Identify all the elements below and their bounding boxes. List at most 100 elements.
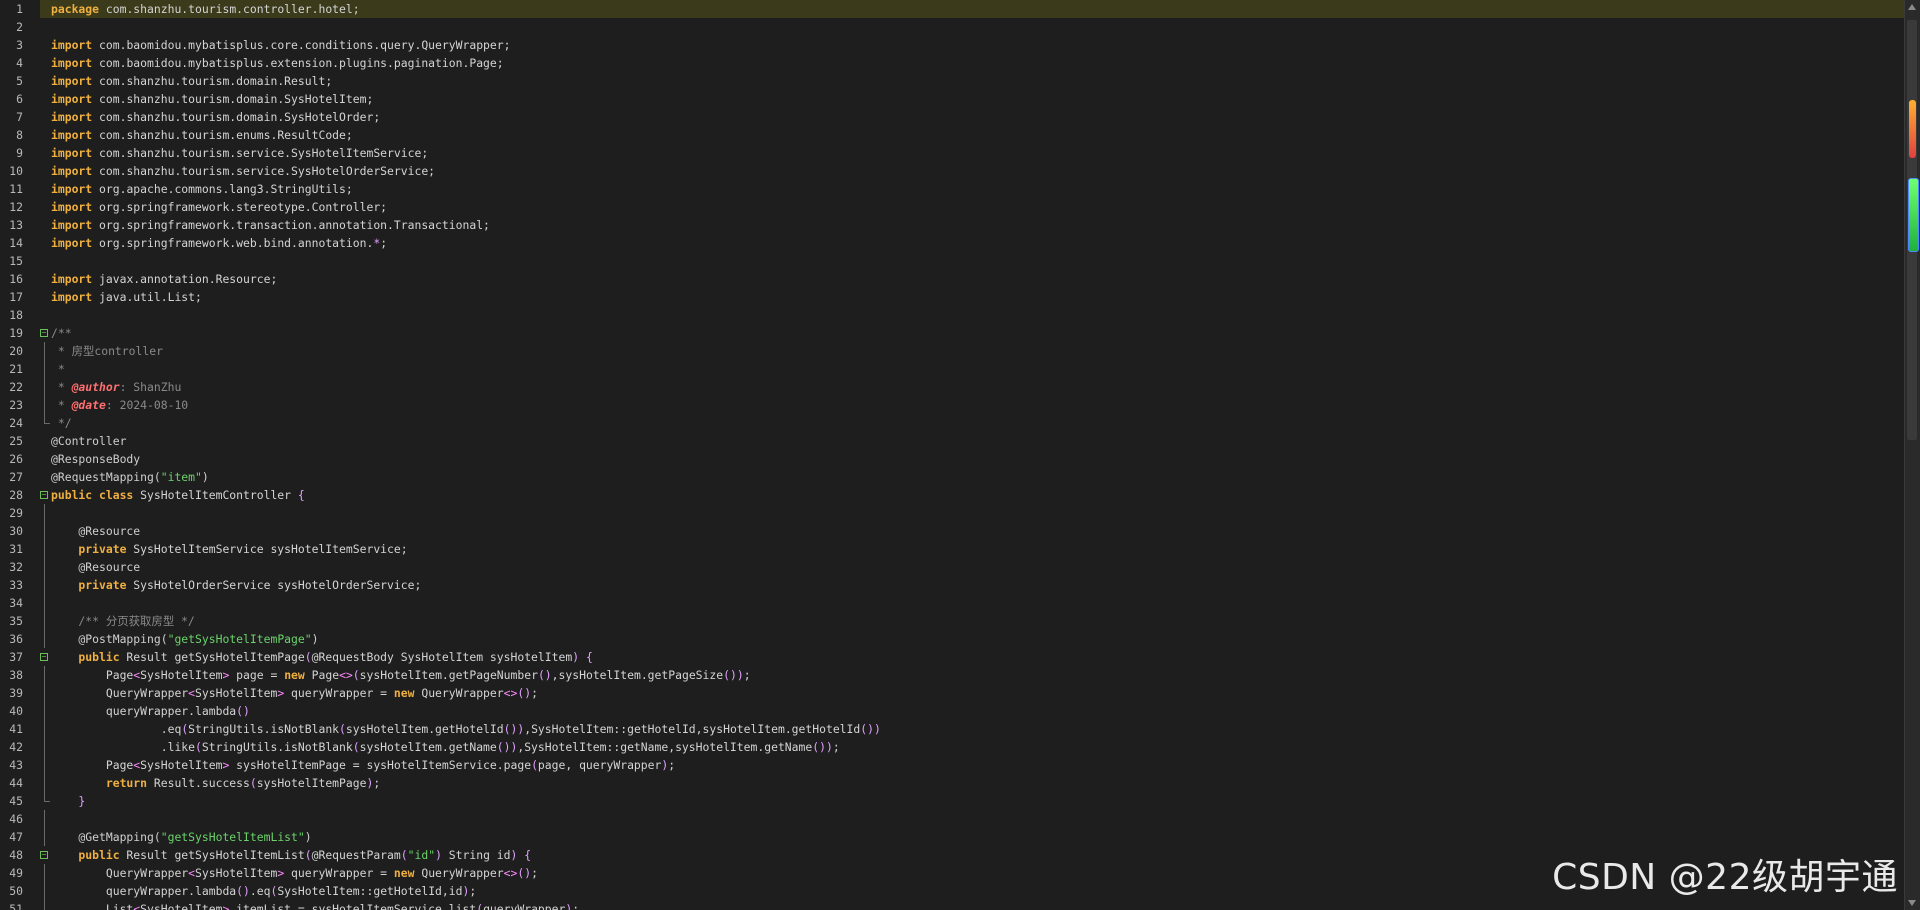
scroll-down-arrow-icon[interactable] [1908,900,1916,906]
code-text: List<SysHotelItem> itemList = sysHotelIt… [51,900,579,910]
fold-guide [44,342,45,360]
line-gutter: 33 [0,576,40,594]
code-token: package [51,2,100,16]
code-token: () [537,668,552,682]
code-line[interactable]: 13 import org.springframework.transaction… [0,216,1905,234]
code-token: String id [441,848,511,862]
code-token: "getSysHotelItemList" [160,830,305,844]
code-line[interactable]: 15 [0,252,1905,270]
code-token: List [51,902,134,910]
code-line[interactable]: 26 @ResponseBody [0,450,1905,468]
fold-guide [44,540,45,558]
code-line[interactable]: 5 import com.shanzhu.tourism.domain.Resul… [0,72,1905,90]
code-token: /** 分页获取房型 */ [51,614,195,628]
code-line[interactable]: 4 import com.baomidou.mybatisplus.extensi… [0,54,1905,72]
line-number: 38 [9,668,23,682]
code-line[interactable]: 41 .eq(StringUtils.isNotBlank(sysHotelIt… [0,720,1905,738]
code-editor[interactable]: 1 package com.shanzhu.tourism.controller.… [0,0,1905,910]
code-line[interactable]: 12 import org.springframework.stereotype.… [0,198,1905,216]
code-text: @ResponseBody [51,450,140,468]
line-number: 19 [9,326,23,340]
code-token: import [51,128,93,142]
line-number: 17 [9,290,23,304]
code-line[interactable]: 37 − public Result getSysHotelItemPage(@R… [0,648,1905,666]
fold-guide [44,396,45,414]
code-token: ; [531,866,538,880]
code-line[interactable]: 30 @Resource [0,522,1905,540]
code-line[interactable]: 51 List<SysHotelItem> itemList = sysHote… [0,900,1905,910]
code-text: .eq(StringUtils.isNotBlank(sysHotelItem.… [51,720,881,738]
line-gutter: 3 [0,36,40,54]
code-line[interactable]: 43 Page<SysHotelItem> sysHotelItemPage =… [0,756,1905,774]
code-line[interactable]: 29 [0,504,1905,522]
code-line[interactable]: 40 queryWrapper.lambda() [0,702,1905,720]
code-line[interactable]: 1 package com.shanzhu.tourism.controller.… [0,0,1905,18]
scrollbar-thumb[interactable] [1908,178,1919,252]
code-token: ( [531,758,538,772]
code-line[interactable]: 45 } [0,792,1905,810]
code-line[interactable]: 39 QueryWrapper<SysHotelItem> queryWrapp… [0,684,1905,702]
code-token: ( [352,668,360,682]
line-number: 41 [9,722,23,736]
code-line[interactable]: 6 import com.shanzhu.tourism.domain.SysHo… [0,90,1905,108]
fold-guide [44,810,45,828]
code-token: @Resource [51,560,141,574]
code-line[interactable]: 35 /** 分页获取房型 */ [0,612,1905,630]
code-line[interactable]: 8 import com.shanzhu.tourism.enums.Result… [0,126,1905,144]
code-token: .eq [51,722,182,736]
code-token: com.shanzhu.tourism.service.SysHotelOrde… [92,164,436,178]
line-gutter: 12 [0,198,40,216]
code-token: com.shanzhu.tourism.enums.ResultCode; [92,128,353,142]
code-token: Page [51,758,134,772]
code-line[interactable]: 19 −/** [0,324,1905,342]
vertical-scrollbar[interactable] [1904,0,1920,910]
code-token: StringUtils.isNotBlank [188,722,340,736]
code-line[interactable]: 32 @Resource [0,558,1905,576]
code-line[interactable]: 7 import com.shanzhu.tourism.domain.SysHo… [0,108,1905,126]
code-line[interactable]: 46 [0,810,1905,828]
fold-toggle-icon[interactable]: − [40,491,48,499]
line-gutter: 44 [0,774,40,792]
code-line[interactable]: 34 [0,594,1905,612]
code-line[interactable]: 28 − public class SysHotelItemController { [0,486,1905,504]
fold-end-guide [44,792,50,802]
fold-toggle-icon[interactable]: − [40,653,48,661]
code-line[interactable]: 27 @RequestMapping("item") [0,468,1905,486]
code-line[interactable]: 22 * @author: ShanZhu [0,378,1905,396]
code-line[interactable]: 3 import com.baomidou.mybatisplus.core.co… [0,36,1905,54]
code-line[interactable]: 10 import com.shanzhu.tourism.service.Sys… [0,162,1905,180]
code-line[interactable]: 38 Page<SysHotelItem> page = new Page<>(… [0,666,1905,684]
line-number: 50 [9,884,23,898]
code-line[interactable]: 9 import com.shanzhu.tourism.service.SysH… [0,144,1905,162]
code-token: "item" [160,470,202,484]
code-line[interactable]: 17 import java.util.List; [0,288,1905,306]
line-gutter: 14 [0,234,40,252]
code-token: ; [373,776,381,790]
code-line[interactable]: 42 .like(StringUtils.isNotBlank(sysHotel… [0,738,1905,756]
code-text: * 房型controller [51,342,163,360]
code-line[interactable]: 16 import javax.annotation.Resource; [0,270,1905,288]
code-line[interactable]: 25 @Controller [0,432,1905,450]
code-line[interactable]: 2 [0,18,1905,36]
code-line[interactable]: 31 private SysHotelItemService sysHotelI… [0,540,1905,558]
code-token: itemList = sysHotelItemService.list [229,902,477,910]
line-number: 26 [9,452,23,466]
code-line[interactable]: 14 import org.springframework.web.bind.an… [0,234,1905,252]
code-line[interactable]: 23 * @date: 2024-08-10 [0,396,1905,414]
code-line[interactable]: 20 * 房型controller [0,342,1905,360]
fold-toggle-icon[interactable]: − [40,329,48,337]
code-text: QueryWrapper<SysHotelItem> queryWrapper … [51,684,538,702]
code-line[interactable]: 44 return Result.success(sysHotelItemPag… [0,774,1905,792]
code-line[interactable]: 33 private SysHotelOrderService sysHotel… [0,576,1905,594]
code-line[interactable]: 18 [0,306,1905,324]
line-number: 4 [16,56,23,70]
code-line[interactable]: 36 @PostMapping("getSysHotelItemPage") [0,630,1905,648]
code-token: @RequestBody SysHotelItem sysHotelItem [311,650,573,664]
code-line[interactable]: 24 */ [0,414,1905,432]
code-line[interactable]: 47 @GetMapping("getSysHotelItemList") [0,828,1905,846]
fold-end-guide [44,414,50,424]
fold-toggle-icon[interactable]: − [40,851,48,859]
code-line[interactable]: 11 import org.apache.commons.lang3.String… [0,180,1905,198]
code-line[interactable]: 21 * [0,360,1905,378]
scroll-up-arrow-icon[interactable] [1908,4,1916,10]
